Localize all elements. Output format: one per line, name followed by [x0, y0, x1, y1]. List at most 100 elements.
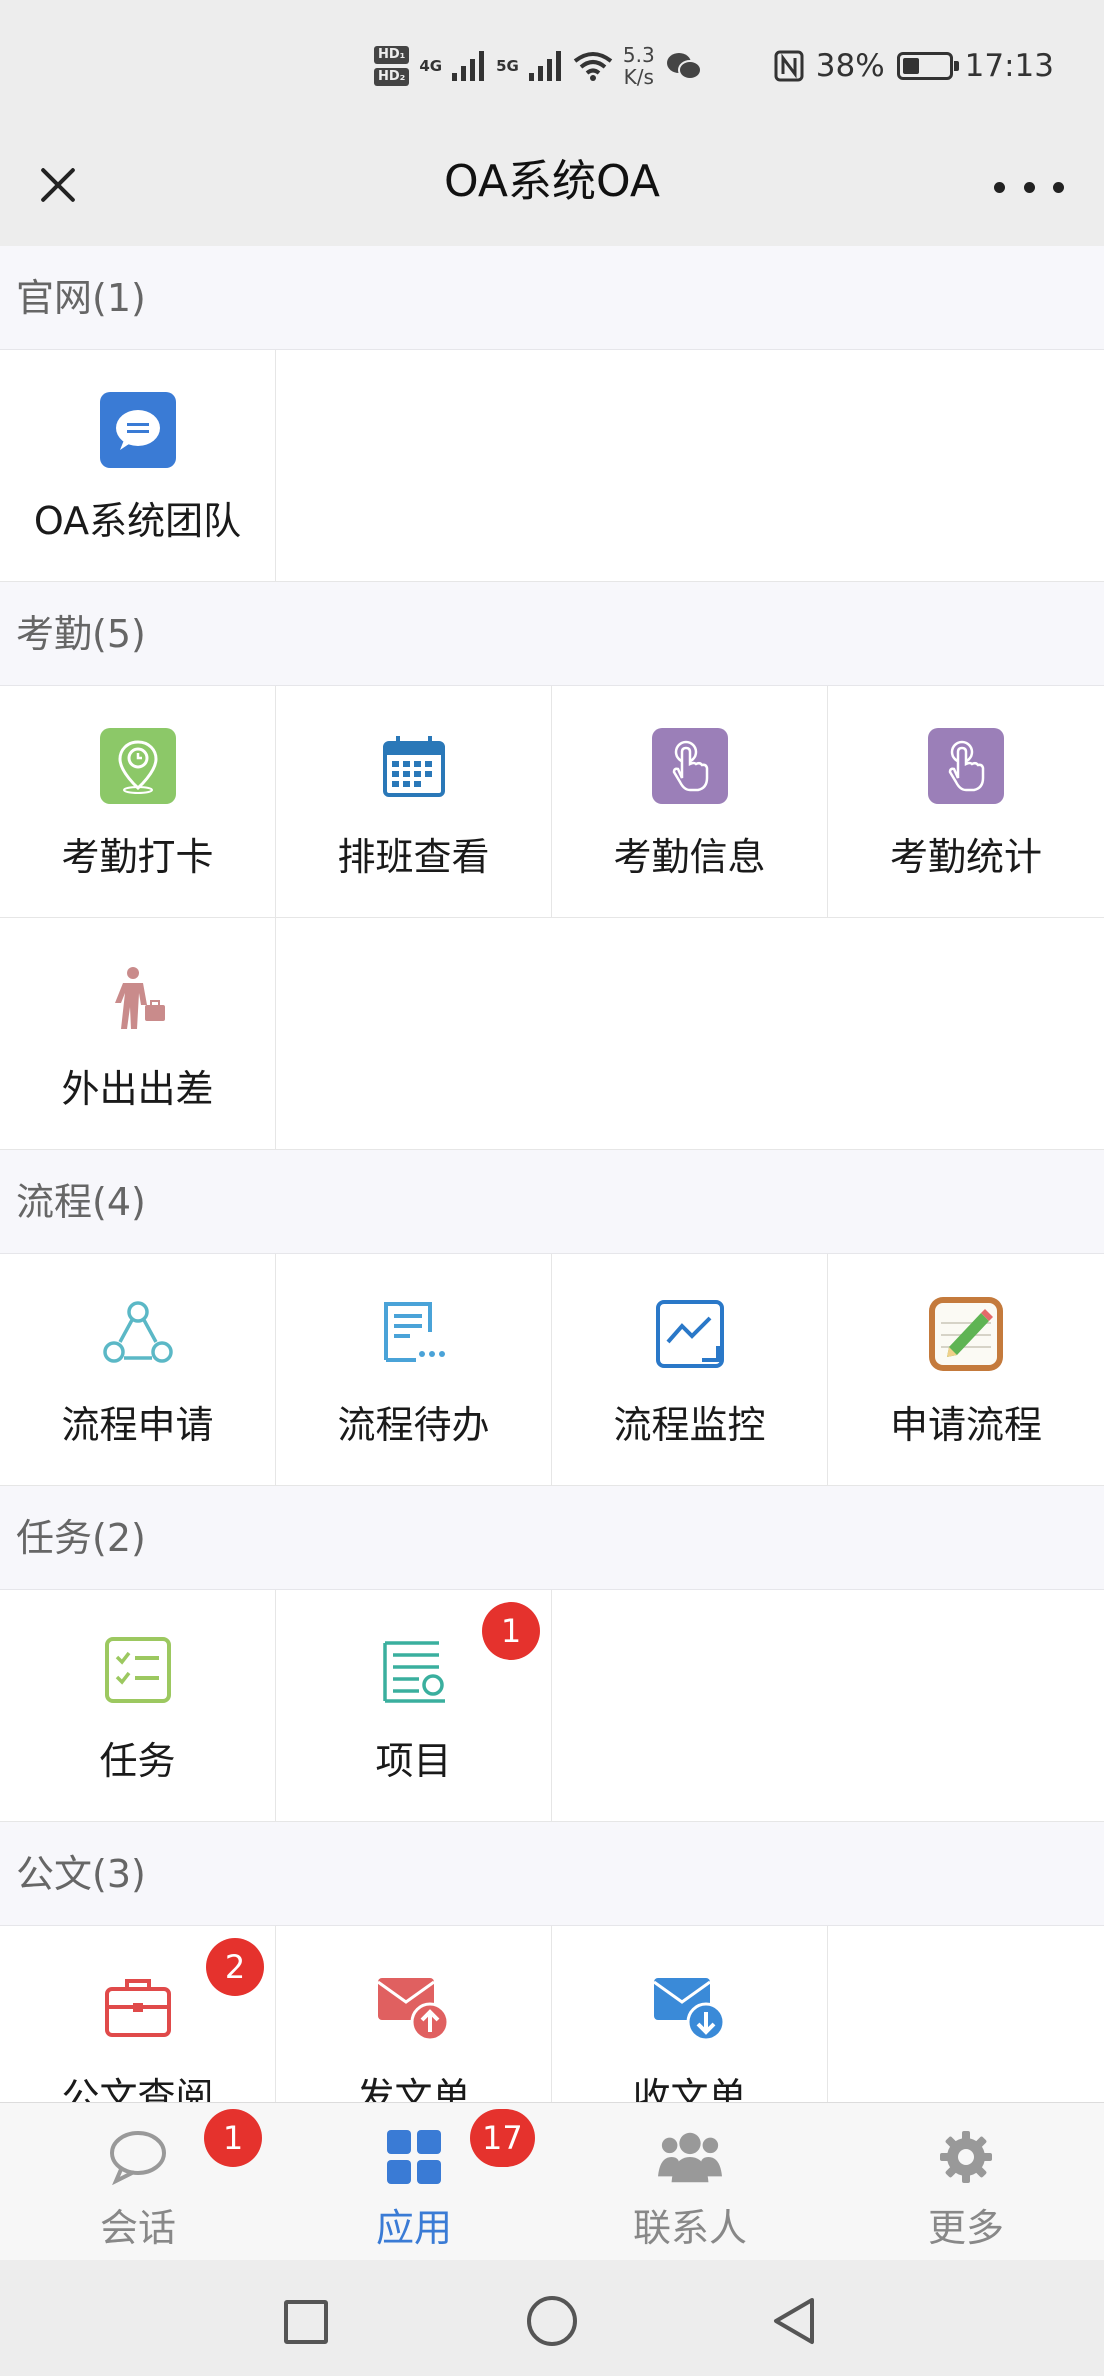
app-workflow-apply[interactable]: 流程申请	[0, 1254, 276, 1486]
section-grid-official-site: OA系统团队	[0, 350, 1104, 582]
wechat-icon	[666, 53, 702, 80]
app-oa-team[interactable]: OA系统团队	[0, 350, 276, 582]
app-send-document[interactable]: 发文单	[276, 1926, 552, 2102]
clock: 17:13	[964, 48, 1054, 84]
app-label: 项目	[375, 1739, 452, 1783]
notification-badge: 2	[206, 1938, 264, 1996]
contacts-icon	[658, 2125, 722, 2189]
app-schedule-view[interactable]: 排班查看	[276, 686, 552, 918]
section-header-documents: 公文(3)	[0, 1822, 1104, 1926]
battery-icon	[896, 52, 959, 80]
section-header-official-site: 官网(1)	[0, 246, 1104, 350]
app-business-trip[interactable]: 外出出差	[0, 918, 276, 1150]
wifi-icon	[573, 52, 613, 81]
status-left: HD₁ HD₂ 4G 5G 5.3 K/s	[374, 38, 703, 94]
app-label: 公文查阅	[61, 2075, 214, 2102]
mail-receive-icon	[650, 1966, 730, 2046]
gear-icon	[934, 2125, 998, 2189]
speed-value: 5.3	[622, 43, 655, 67]
location-clock-icon	[98, 726, 178, 806]
title-bar: OA系统OA	[0, 132, 1104, 246]
app-attendance-checkin[interactable]: 考勤打卡	[0, 686, 276, 918]
signal-icon	[528, 51, 561, 81]
apps-grid-icon	[382, 2125, 446, 2189]
status-right: 38% 17:13	[774, 44, 1054, 88]
mail-send-icon	[374, 1966, 454, 2046]
more-options-button[interactable]	[994, 162, 1064, 212]
tab-label: 应用	[375, 2206, 452, 2250]
section-grid-documents: 公文查阅 2 发文单 收文单	[0, 1926, 1104, 2102]
home-button[interactable]	[527, 2296, 577, 2346]
touch-hand-icon	[650, 726, 730, 806]
section-header-attendance: 考勤(5)	[0, 582, 1104, 686]
checklist-icon	[98, 1630, 178, 1710]
section-grid-tasks: 任务 项目 1	[0, 1590, 1104, 1822]
app-label: 考勤打卡	[61, 835, 214, 879]
tab-chats[interactable]: 会话 1	[0, 2103, 276, 2260]
notification-badge: 1	[204, 2109, 262, 2167]
network-type-2: 5G	[496, 57, 519, 75]
system-navigation-bar	[0, 2260, 1104, 2376]
chat-icon	[106, 2125, 170, 2189]
empty-cell	[276, 918, 1104, 1150]
empty-cell	[828, 1926, 1104, 2102]
touch-hand-icon	[926, 726, 1006, 806]
tab-apps[interactable]: 应用 17	[276, 2103, 552, 2260]
app-workflow-monitor[interactable]: 流程监控	[552, 1254, 828, 1486]
app-attendance-info[interactable]: 考勤信息	[552, 686, 828, 918]
app-label: 考勤统计	[889, 835, 1042, 879]
app-label: 申请流程	[889, 1403, 1042, 1447]
app-label: OA系统团队	[33, 499, 242, 543]
notification-badge: 1	[482, 1602, 540, 1660]
app-task[interactable]: 任务	[0, 1590, 276, 1822]
status-bar: HD₁ HD₂ 4G 5G 5.3 K/s 38% 17:13	[0, 0, 1104, 132]
app-label: 流程申请	[61, 1403, 214, 1447]
app-attendance-stats[interactable]: 考勤统计	[828, 686, 1104, 918]
tab-label: 会话	[99, 2206, 176, 2250]
chat-bubble-icon	[98, 390, 178, 470]
section-header-tasks: 任务(2)	[0, 1486, 1104, 1590]
back-button[interactable]	[770, 2296, 820, 2346]
project-list-icon	[374, 1630, 454, 1710]
app-label: 任务	[99, 1739, 176, 1783]
notepad-pencil-icon	[926, 1294, 1006, 1374]
tab-contacts[interactable]: 联系人	[552, 2103, 828, 2260]
hd1-indicator: HD₁	[374, 46, 410, 64]
section-grid-workflow: 流程申请 流程待办 流程监控 申请流程	[0, 1254, 1104, 1486]
network-type-1: 4G	[419, 57, 443, 75]
app-apply-workflow[interactable]: 申请流程	[828, 1254, 1104, 1486]
app-label: 排班查看	[337, 835, 490, 879]
monitor-chart-icon	[650, 1294, 730, 1374]
app-label: 流程待办	[337, 1403, 490, 1447]
app-label: 发文单	[356, 2075, 471, 2102]
calendar-icon	[374, 726, 454, 806]
signal-icon	[452, 51, 485, 81]
recent-apps-button[interactable]	[284, 2300, 328, 2344]
flow-nodes-icon	[98, 1294, 178, 1374]
hd-indicators: HD₁ HD₂	[374, 46, 410, 86]
empty-cell	[552, 1590, 1104, 1822]
section-header-workflow: 流程(4)	[0, 1150, 1104, 1254]
battery-percent: 38%	[815, 48, 885, 84]
app-list[interactable]: 官网(1) OA系统团队 考勤(5) 考勤打卡 排班查看 考勤信息 考勤统计 外…	[0, 246, 1104, 2102]
page-title: OA系统OA	[444, 156, 660, 207]
app-document-review[interactable]: 公文查阅 2	[0, 1926, 276, 2102]
todo-list-icon	[374, 1294, 454, 1374]
app-workflow-todo[interactable]: 流程待办	[276, 1254, 552, 1486]
app-project[interactable]: 项目 1	[276, 1590, 552, 1822]
app-label: 流程监控	[613, 1403, 766, 1447]
app-label: 考勤信息	[613, 835, 766, 879]
briefcase-icon	[98, 1966, 178, 2046]
hd2-indicator: HD₂	[374, 68, 410, 86]
network-speed: 5.3 K/s	[623, 44, 655, 88]
empty-cell	[276, 350, 1104, 582]
nfc-icon	[774, 50, 804, 82]
bottom-tab-bar: 会话 1 应用 17 联系人 更多	[0, 2102, 1104, 2260]
app-label: 外出出差	[61, 1067, 214, 1111]
app-receive-document[interactable]: 收文单	[552, 1926, 828, 2102]
app-label: 收文单	[632, 2075, 747, 2102]
back-triangle-icon	[774, 2298, 814, 2344]
speed-unit: K/s	[623, 65, 654, 89]
business-traveler-icon	[98, 958, 178, 1038]
tab-more[interactable]: 更多	[828, 2103, 1104, 2260]
